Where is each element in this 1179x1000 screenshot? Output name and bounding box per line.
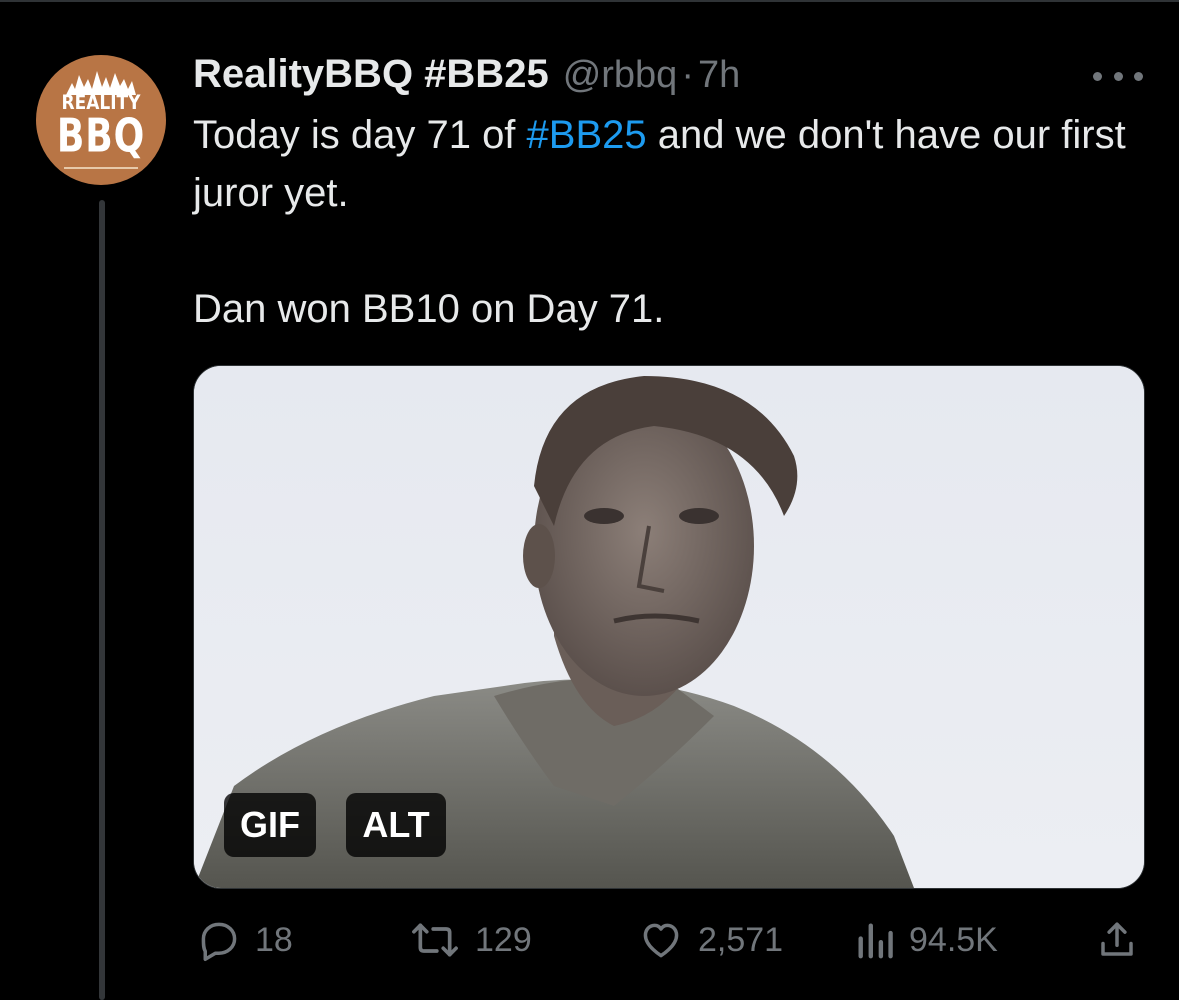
- share-icon: [1101, 922, 1133, 956]
- reply-icon: [201, 922, 237, 961]
- hashtag-link[interactable]: #BB25: [527, 113, 647, 157]
- tweet-header: RealityBBQ #BB25 @rbbq · 7h: [193, 52, 740, 102]
- display-name[interactable]: RealityBBQ #BB25: [193, 52, 549, 97]
- alt-badge[interactable]: ALT: [346, 793, 446, 857]
- handle[interactable]: @rbbq: [563, 54, 678, 97]
- retweet-icon: [412, 923, 458, 957]
- gif-media[interactable]: [193, 365, 1145, 889]
- more-dot: [1113, 71, 1123, 81]
- avatar-logo-line2: BBQ: [56, 109, 146, 164]
- tweet-text-part1: Today is day 71 of: [193, 113, 527, 157]
- top-divider: [0, 0, 1179, 2]
- gif-image: [194, 366, 1144, 888]
- tweet-text: Today is day 71 of #BB25 and we don't ha…: [193, 106, 1153, 338]
- thread-line: [99, 200, 105, 1000]
- avatar[interactable]: REALITY BBQ: [36, 55, 166, 185]
- tweet-paragraph-1: Today is day 71 of #BB25 and we don't ha…: [193, 106, 1153, 222]
- like-icon: [643, 923, 679, 958]
- action-bar: 18 129 2,571 94.5K: [193, 912, 1143, 968]
- like-count: 2,571: [698, 920, 784, 959]
- avatar-logo-underline: [64, 167, 138, 169]
- gif-badge[interactable]: GIF: [224, 793, 316, 857]
- views-count: 94.5K: [909, 920, 998, 959]
- more-dot: [1093, 71, 1102, 81]
- views-icon: [858, 923, 893, 959]
- retweet-count: 129: [475, 920, 532, 959]
- like-button[interactable]: 2,571: [638, 912, 783, 968]
- retweet-button[interactable]: 129: [409, 912, 532, 968]
- timestamp[interactable]: 7h: [698, 54, 740, 97]
- reply-button[interactable]: 18: [197, 912, 293, 968]
- share-button[interactable]: [1096, 912, 1138, 968]
- views-button[interactable]: 94.5K: [855, 912, 998, 968]
- reply-count: 18: [255, 920, 293, 959]
- more-icon[interactable]: [1093, 66, 1143, 86]
- separator-dot: ·: [681, 54, 694, 96]
- more-dot: [1134, 71, 1143, 81]
- tweet-paragraph-2: Dan won BB10 on Day 71.: [193, 287, 665, 331]
